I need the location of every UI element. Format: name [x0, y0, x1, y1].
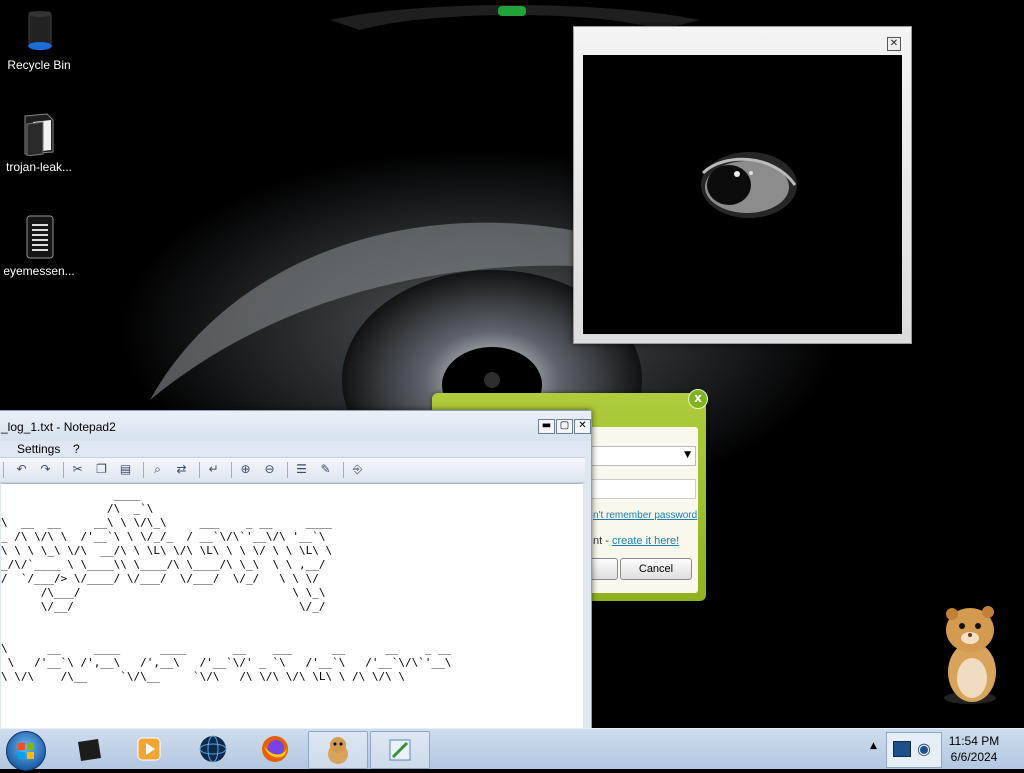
zoom-in-icon[interactable]: ⊕: [237, 461, 254, 478]
taskbar-app-globe[interactable]: [184, 731, 242, 767]
clock-date: 6/6/2024: [950, 750, 998, 764]
notepad-icon: [389, 739, 411, 761]
forgot-password-link[interactable]: n't remember password: [593, 510, 697, 521]
customize-schemes-icon[interactable]: ✎: [317, 461, 334, 478]
taskbar: ▲ ◉ 11:54 PM 6/6/2024: [0, 728, 1024, 771]
eye-viewer-window: ✕: [573, 26, 912, 344]
word-wrap-icon[interactable]: ↵: [205, 461, 222, 478]
menu-item-help[interactable]: ?: [73, 442, 80, 456]
maximize-button[interactable]: ▢: [556, 419, 573, 434]
title-bar[interactable]: _log_1.txt - Notepad2 ▬ ▢ ✕: [0, 411, 591, 441]
network-icon[interactable]: [893, 741, 911, 757]
close-button[interactable]: ✕: [574, 419, 591, 434]
redo-icon[interactable]: ↷: [37, 461, 54, 478]
taskbar-app-notepad2[interactable]: [370, 731, 430, 769]
toolbar: ↶ ↷ ✂ ❐ ▤ ⌕ ⇄ ↵ ⊕ ⊖ ☰ ✎ ⎆: [0, 457, 585, 483]
volume-icon[interactable]: ◉: [917, 739, 931, 758]
view-schemes-icon[interactable]: ☰: [293, 461, 310, 478]
no-account-text: nt - create it here!: [593, 535, 679, 547]
close-icon[interactable]: ✕: [887, 37, 901, 51]
menu-item-settings[interactable]: Settings: [17, 442, 60, 456]
cancel-button[interactable]: Cancel: [620, 558, 692, 580]
find-icon[interactable]: ⌕: [149, 461, 166, 478]
taskbar-app-media-player[interactable]: [120, 731, 178, 767]
folder-icon: [17, 110, 61, 157]
desktop-icon-recycle-bin[interactable]: Recycle Bin: [1, 8, 77, 72]
no-account-prefix: nt -: [593, 535, 612, 547]
editor-content: ____ /\ _`\ \ __ __ __\ \ \/\_\ ___ _ __…: [1, 488, 452, 683]
copy-icon[interactable]: ❐: [93, 461, 110, 478]
desktop-icon-eyemessenger[interactable]: eyemessen...: [1, 214, 77, 278]
taskbar-app-terminal[interactable]: [60, 731, 118, 767]
minimize-button[interactable]: ▬: [538, 419, 555, 434]
desktop-icon-label: Recycle Bin: [7, 58, 71, 72]
username-select[interactable]: ▼: [580, 446, 696, 466]
zoom-out-icon[interactable]: ⊖: [261, 461, 278, 478]
globe-icon: [199, 735, 227, 763]
close-icon[interactable]: x: [688, 389, 708, 409]
clock[interactable]: 11:54 PM 6/6/2024: [944, 733, 1004, 765]
hamster-icon: [328, 737, 348, 764]
chevron-down-icon: ▼: [684, 450, 691, 460]
recycle-bin-icon: [17, 8, 61, 54]
start-button[interactable]: [6, 731, 46, 771]
taskbar-app-firefox[interactable]: [246, 731, 304, 767]
text-editor[interactable]: ____ /\ _`\ \ __ __ __\ \ \/\_\ ___ _ __…: [1, 483, 583, 742]
create-account-link[interactable]: create it here!: [612, 535, 679, 547]
desktop-icon-trojan-leak[interactable]: trojan-leak...: [1, 110, 77, 174]
undo-icon[interactable]: ↶: [13, 461, 30, 478]
taskbar-app-hamster-messenger[interactable]: [308, 731, 368, 769]
exit-icon[interactable]: ⎆: [349, 461, 366, 478]
terminal-icon: [78, 739, 101, 761]
desktop-icon-label: trojan-leak...: [5, 160, 73, 174]
text-file-icon: [17, 214, 61, 260]
paste-icon[interactable]: ▤: [117, 461, 134, 478]
system-tray: ▲ ◉ 11:54 PM 6/6/2024: [864, 729, 1024, 769]
media-player-icon: [137, 737, 161, 761]
menu-bar: Settings ?: [0, 441, 591, 457]
windows-logo-icon: [18, 743, 34, 759]
hamster-mascot[interactable]: [930, 600, 1010, 710]
window-title: _log_1.txt - Notepad2: [1, 420, 116, 434]
eye-video-screen: [583, 55, 902, 334]
firefox-icon: [262, 736, 288, 762]
show-hidden-icons-icon[interactable]: ▲: [870, 741, 877, 751]
tray-icons-area: ◉: [886, 732, 942, 768]
replace-icon[interactable]: ⇄: [173, 461, 190, 478]
clock-time: 11:54 PM: [948, 734, 1000, 748]
password-field[interactable]: [580, 479, 696, 499]
notepad2-window: _log_1.txt - Notepad2 ▬ ▢ ✕ Settings ? ↶…: [0, 410, 592, 742]
desktop-icon-label: eyemessen...: [3, 264, 75, 278]
cut-icon[interactable]: ✂: [69, 461, 86, 478]
